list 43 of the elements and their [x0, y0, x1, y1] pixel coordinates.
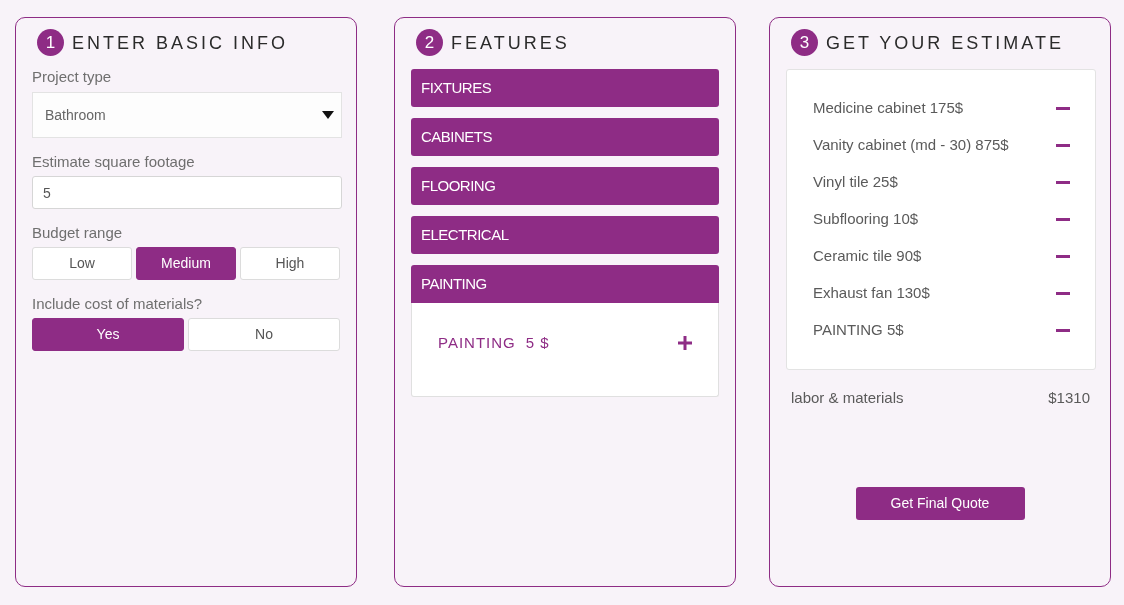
accordion-header[interactable]: FIXTURES: [411, 69, 719, 107]
step-number: 2: [416, 29, 443, 56]
minus-icon[interactable]: [1056, 144, 1070, 147]
estimate-item: Vinyl tile 25$: [813, 172, 898, 193]
option-button[interactable]: Low: [32, 247, 132, 280]
minus-icon[interactable]: [1056, 255, 1070, 258]
accordion-header[interactable]: CABINETS: [411, 118, 719, 156]
total-value: $1310: [1048, 387, 1090, 408]
minus-icon[interactable]: [1056, 181, 1070, 184]
estimate-item: Subflooring 10$: [813, 209, 919, 230]
option-button[interactable]: High: [240, 247, 340, 280]
section-title: FEATURES: [451, 33, 570, 52]
option-button[interactable]: Medium: [136, 247, 236, 280]
square-footage-input[interactable]: 5: [32, 176, 342, 209]
feature-price: 5 $: [525, 332, 550, 353]
accordion-header[interactable]: ELECTRICAL: [411, 216, 719, 254]
project-type-select[interactable]: Bathroom: [32, 92, 342, 138]
estimate-item: Vanity cabinet (md - 30) 875$: [813, 135, 1009, 156]
final-quote-button[interactable]: Get Final Quote: [855, 487, 1025, 520]
step-number: 1: [37, 29, 64, 56]
minus-icon[interactable]: [1056, 329, 1070, 332]
minus-icon[interactable]: [1056, 107, 1070, 110]
accordion-header[interactable]: PAINTING: [411, 265, 719, 303]
step-number: 3: [791, 29, 818, 56]
plus-icon[interactable]: [678, 336, 692, 350]
option-button[interactable]: Yes: [32, 318, 184, 351]
field-label: Budget range: [32, 223, 123, 243]
field-label: Estimate square footage: [32, 152, 195, 172]
field-label: Project type: [32, 67, 112, 87]
field-label: Include cost of materials?: [32, 294, 203, 314]
option-button[interactable]: No: [188, 318, 340, 351]
minus-icon[interactable]: [1056, 218, 1070, 221]
estimate-item: Ceramic tile 90$: [813, 246, 922, 267]
total-label: labor & materials: [791, 387, 904, 408]
caret-icon: [322, 111, 334, 119]
estimate-item: Exhaust fan 130$: [813, 283, 930, 304]
section-title: ENTER BASIC INFO: [72, 33, 289, 52]
section-title: GET YOUR ESTIMATE: [826, 33, 1065, 52]
estimate-item: PAINTING 5$: [813, 320, 904, 341]
accordion-header[interactable]: FLOORING: [411, 167, 719, 205]
feature-name: PAINTING: [438, 332, 516, 353]
minus-icon[interactable]: [1056, 292, 1070, 295]
estimate-item: Medicine cabinet 175$: [813, 98, 964, 119]
